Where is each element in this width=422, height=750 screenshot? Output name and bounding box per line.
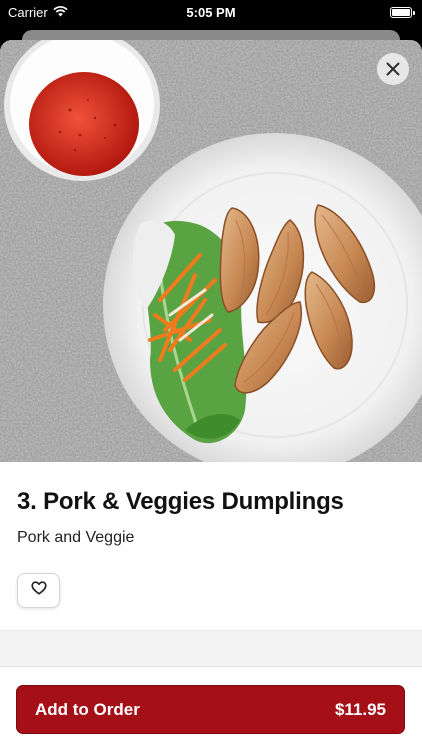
item-price: $11.95 [334, 699, 386, 719]
carrier-label: Carrier [8, 4, 48, 20]
status-bar: Carrier 5:05 PM [0, 0, 422, 24]
close-icon [386, 62, 400, 76]
item-description: Pork and Veggie [17, 529, 135, 546]
close-button[interactable] [377, 53, 409, 85]
screen: Carrier 5:05 PM 3. Pork & Veggies Dumpli… [0, 0, 422, 750]
add-to-order-button[interactable]: Add to Order $11.95 [16, 685, 405, 734]
heart-icon [30, 581, 47, 600]
item-photo [0, 40, 422, 462]
status-left: Carrier [8, 5, 68, 20]
battery-icon [390, 6, 415, 18]
order-footer: Add to Order $11.95 [0, 666, 422, 750]
item-title: 3. Pork & Veggies Dumplings [17, 488, 344, 515]
add-to-order-label: Add to Order [35, 699, 140, 719]
wifi-icon [53, 5, 68, 20]
favorite-button[interactable] [17, 573, 60, 608]
item-detail-sheet: 3. Pork & Veggies Dumplings Pork and Veg… [0, 40, 422, 750]
item-details: 3. Pork & Veggies Dumplings Pork and Veg… [0, 462, 422, 608]
section-divider [0, 630, 422, 666]
